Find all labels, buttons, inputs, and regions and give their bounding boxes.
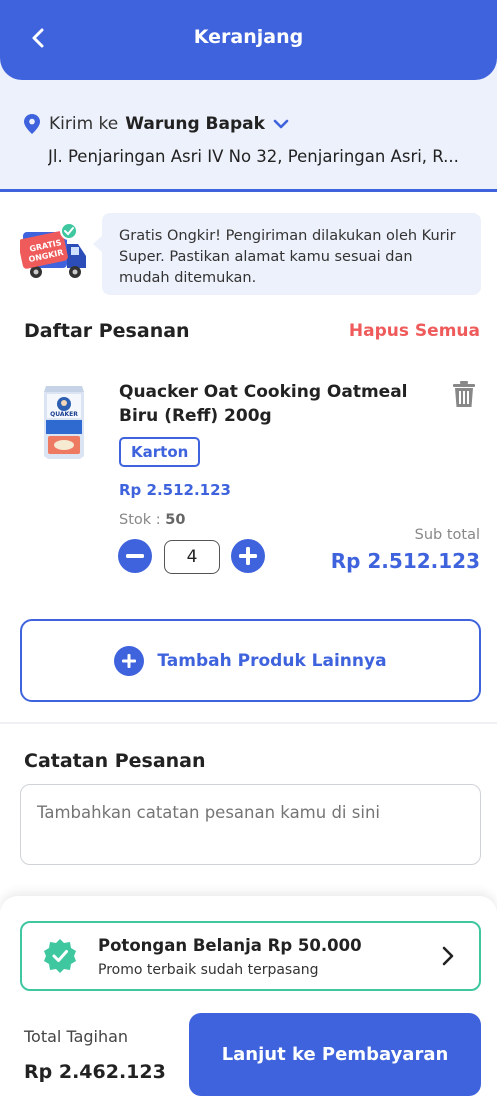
stock-info: Stok : 50 <box>119 512 185 528</box>
add-product-button[interactable]: Tambah Produk Lainnya <box>20 619 481 702</box>
free-shipping-banner: GRATIS ONGKIR Gratis Ongkir! Pengiriman … <box>0 200 497 300</box>
proceed-to-payment-button[interactable]: Lanjut ke Pembayaran <box>189 1013 481 1096</box>
clear-all-button[interactable]: Hapus Semua <box>349 321 480 341</box>
minus-icon <box>126 554 144 558</box>
total-value: Rp 2.462.123 <box>24 1061 166 1083</box>
add-product-label: Tambah Produk Lainnya <box>157 650 387 671</box>
location-pin-icon <box>24 114 40 134</box>
subtotal-label: Sub total <box>414 527 480 543</box>
voucher-title: Potongan Belanja Rp 50.000 <box>98 936 362 955</box>
decrease-quantity-button[interactable] <box>118 539 152 573</box>
address-prefix: Kirim ke <box>49 114 119 134</box>
address-line: Jl. Penjaringan Asri IV No 32, Penjaring… <box>48 147 459 166</box>
app-header: Keranjang <box>0 0 497 80</box>
product-image-brand: QUAKER <box>50 411 78 418</box>
address-name: Warung Bapak <box>125 114 265 134</box>
stock-value: 50 <box>165 512 186 528</box>
stock-label: Stok : <box>119 512 161 528</box>
product-image[interactable]: QUAKER <box>40 384 88 460</box>
chevron-right-icon <box>442 946 454 966</box>
unit-badge[interactable]: Karton <box>119 437 201 467</box>
chevron-down-icon[interactable] <box>273 116 289 132</box>
free-shipping-truck-icon: GRATIS ONGKIR <box>20 222 86 278</box>
checkout-panel: Potongan Belanja Rp 50.000 Promo terbaik… <box>0 896 497 1104</box>
verified-badge-icon <box>44 939 76 973</box>
voucher-card[interactable]: Potongan Belanja Rp 50.000 Promo terbaik… <box>20 921 481 991</box>
subtotal-value: Rp 2.512.123 <box>330 549 480 573</box>
order-notes-input[interactable] <box>20 784 481 865</box>
page-title: Keranjang <box>193 26 304 48</box>
plus-circle-icon <box>114 645 145 676</box>
plus-icon <box>239 547 257 565</box>
address-selector[interactable]: Kirim ke Warung Bapak <box>24 114 289 134</box>
promo-message: Gratis Ongkir! Pengiriman dilakukan oleh… <box>93 213 481 295</box>
trash-icon[interactable] <box>451 380 477 408</box>
product-price: Rp 2.512.123 <box>119 481 231 499</box>
total-label: Total Tagihan <box>24 1027 129 1046</box>
increase-quantity-button[interactable] <box>231 539 265 573</box>
notes-title: Catatan Pesanan <box>24 750 206 772</box>
order-list-title: Daftar Pesanan <box>24 320 190 342</box>
quantity-input[interactable] <box>164 540 220 574</box>
section-divider <box>0 722 497 724</box>
product-name[interactable]: Quacker Oat Cooking Oatmeal Biru (Reff) … <box>119 380 409 428</box>
voucher-subtitle: Promo terbaik sudah terpasang <box>98 962 319 978</box>
